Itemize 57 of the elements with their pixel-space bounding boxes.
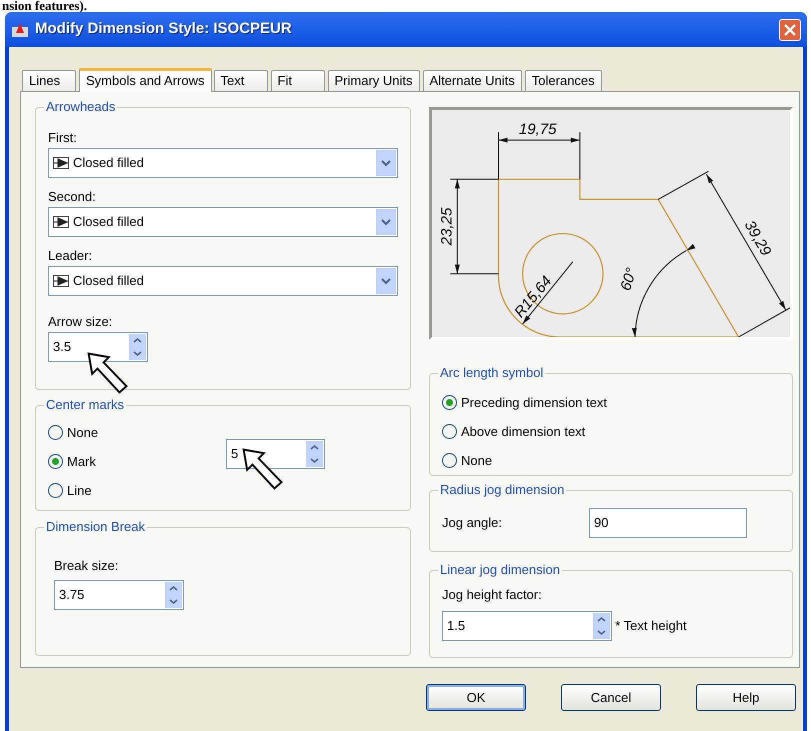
spin-field[interactable]: 1.5	[442, 611, 612, 641]
tab[interactable]: Alternate Units	[422, 70, 522, 91]
dialog-button[interactable]: Cancel	[561, 684, 661, 711]
option-label[interactable]: None	[461, 450, 492, 470]
radio-button[interactable]	[48, 454, 63, 469]
option-label[interactable]: Above dimension text	[461, 422, 586, 442]
field-label: Break size:	[54, 557, 120, 575]
option-label[interactable]: Line	[67, 480, 92, 500]
pointer-arrow-icon	[86, 351, 130, 395]
unit-label: * Text height	[615, 617, 687, 636]
field-label: Second:	[48, 188, 97, 206]
option-label[interactable]: None	[67, 422, 98, 442]
spin-field[interactable]: 3.75	[54, 580, 184, 610]
dialog-button[interactable]: OK	[426, 684, 526, 711]
tab[interactable]: Symbols and Arrows	[79, 68, 212, 92]
tab[interactable]: Lines	[22, 70, 76, 91]
window-title: Modify Dimension Style: ISOCPEUR	[35, 19, 293, 40]
radio-button[interactable]	[442, 395, 457, 410]
tab[interactable]: Primary Units	[328, 70, 420, 91]
dropdown[interactable]: Closed filled	[48, 207, 398, 237]
spinner-arrows-icon[interactable]	[165, 582, 182, 608]
field-label: Leader:	[48, 247, 94, 265]
caption-text: nsion features).	[2, 0, 87, 13]
option-label[interactable]: Preceding dimension text	[461, 392, 607, 412]
spinner-arrows-icon[interactable]	[129, 334, 146, 360]
field-label: First:	[48, 129, 78, 147]
dropdown[interactable]: Closed filled	[48, 266, 398, 296]
tab[interactable]: Text	[214, 70, 268, 91]
arrowhead-icon	[53, 216, 69, 228]
field-label: Arrow size:	[48, 313, 114, 331]
radio-button[interactable]	[442, 424, 457, 439]
radio-button[interactable]	[48, 425, 63, 440]
tab[interactable]: Fit	[270, 70, 324, 91]
dimension-text: 19,75	[518, 121, 556, 138]
group-title: Arc length symbol	[438, 365, 546, 381]
field-label: Jog angle:	[442, 514, 503, 532]
pointer-arrow-icon	[241, 447, 285, 491]
close-button[interactable]	[779, 18, 801, 40]
dropdown[interactable]: Closed filled	[48, 148, 398, 178]
dialog-button[interactable]: Help	[696, 684, 796, 711]
arrowhead-icon	[53, 275, 69, 287]
tab[interactable]: Tolerances	[524, 70, 602, 91]
jog-angle-field[interactable]: 90	[589, 508, 747, 538]
spinner-arrows-icon[interactable]	[306, 441, 323, 467]
field-label: Jog height factor:	[442, 586, 543, 604]
arrowhead-icon	[53, 157, 69, 169]
option-label[interactable]: Mark	[67, 452, 96, 472]
radio-button[interactable]	[48, 483, 63, 498]
close-icon[interactable]	[784, 24, 796, 36]
group-title: Linear jog dimension	[438, 562, 562, 578]
radio-button[interactable]	[442, 453, 457, 468]
spinner-arrows-icon[interactable]	[593, 613, 610, 639]
dimension-text: 23,25	[438, 208, 456, 246]
group-title: Radius jog dimension	[438, 482, 566, 498]
spin-field[interactable]: 3.5	[48, 332, 148, 362]
dimension-text: 60°	[617, 266, 640, 293]
app-logo-icon	[11, 22, 29, 38]
